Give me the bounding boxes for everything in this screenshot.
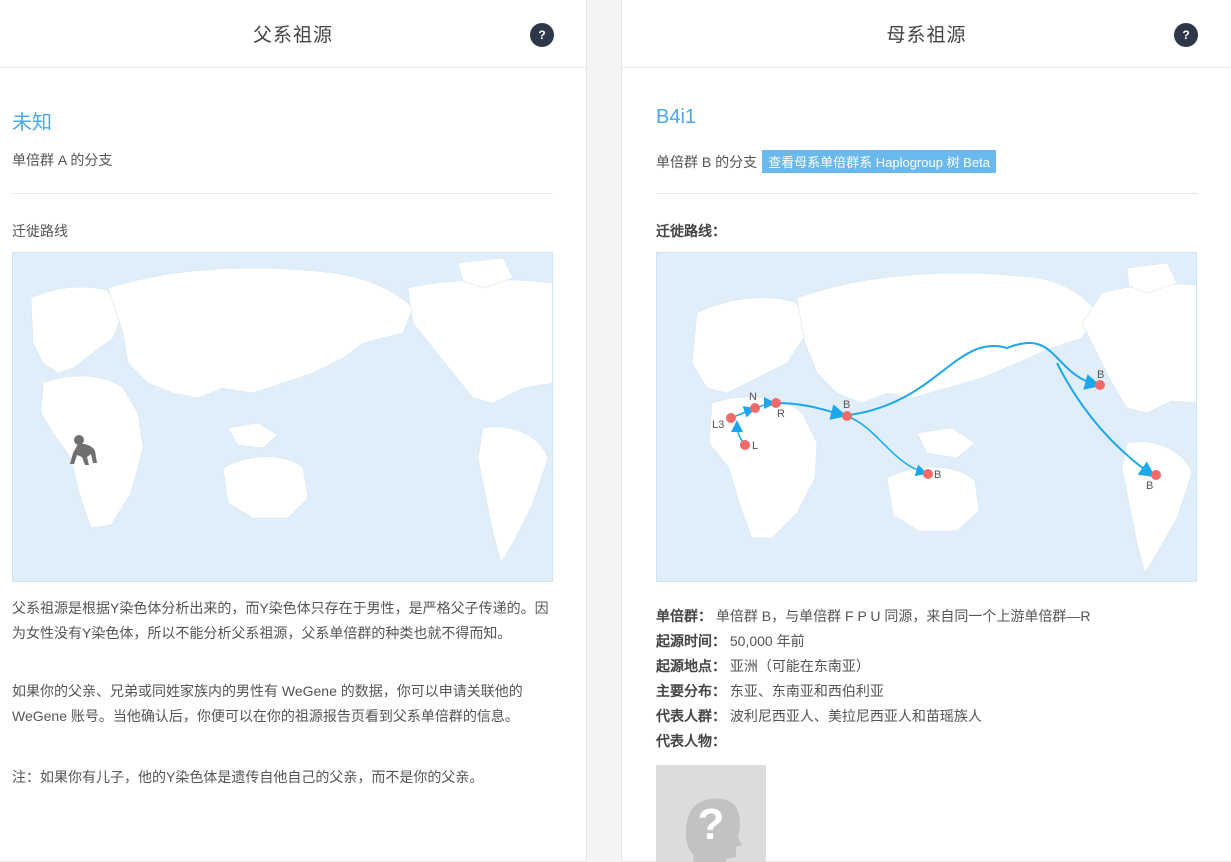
info-value: 亚洲（可能在东南亚） [729,658,870,674]
paternal-paragraph-1: 父系祖源是根据Y染色体分析出来的，而Y染色体只存在于男性，是严格父子传递的。因为… [12,600,549,641]
paternal-note: 注：如果你有儿子，他的Y染色体是遗传自他自己的父亲，而不是你的父亲。 [12,769,484,785]
map-label-b-north-america: B [1097,369,1104,381]
info-row-figures: 代表人物： [656,729,1091,754]
info-key: 起源地点： [656,658,726,674]
info-key: 主要分布： [656,683,726,699]
paternal-branch: 单倍群 A 的分支 [12,150,112,170]
map-label-n: N [749,391,757,403]
unknown-person-icon: ? [685,798,742,862]
maternal-ancestry-card: 母系祖源 ? B4i1 单倍群 B 的分支 查看母系单倍群系 Haplogrou… [621,0,1231,862]
paternal-help-icon[interactable]: ? [530,23,554,47]
maternal-card-title: 母系祖源 [886,25,967,46]
maternal-divider [656,193,1198,194]
map-label-b-south-america: B [1146,480,1153,492]
info-key: 代表人群： [656,708,726,724]
ape-icon [70,435,97,465]
maternal-route-label: 迁徙路线： [656,223,726,239]
world-landmass [691,262,1196,574]
maternal-help-icon[interactable]: ? [1174,23,1198,47]
info-row-populations: 代表人群： 波利尼西亚人、美拉尼西亚人和苗瑶族人 [656,704,1091,729]
info-row-haplogroup: 单倍群： 单倍群 B，与单倍群 F P U 同源，来自同一个上游单倍群—R [656,604,1091,629]
paternal-branch-text: 单倍群 A 的分支 [12,152,113,168]
info-row-origin-place: 起源地点： 亚洲（可能在东南亚） [656,654,1091,679]
info-key: 起源时间： [656,633,726,649]
info-value: 单倍群 B，与单倍群 F P U 同源，来自同一个上游单倍群—R [715,608,1091,624]
paternal-migration-map [12,252,553,582]
map-label-b-asia: B [843,399,850,411]
haplogroup-tree-link[interactable]: 查看母系单倍群系 Haplogroup 树 Beta [762,150,996,173]
info-row-distribution: 主要分布： 东亚、东南亚和西伯利亚 [656,679,1091,704]
maternal-card-header: 母系祖源 ? [622,0,1231,68]
info-key: 单倍群： [656,608,712,624]
paternal-haplogroup: 未知 [12,112,52,134]
world-landmass [30,257,552,564]
paternal-ancestry-card: 父系祖源 ? 未知 单倍群 A 的分支 迁徙路线 父系祖源是根据Y染色体分析出来… [0,0,587,862]
representative-figure-avatar: ? [656,765,766,862]
map-label-r: R [777,408,785,420]
paternal-card-header: 父系祖源 ? [0,0,586,68]
maternal-branch: 单倍群 B 的分支 查看母系单倍群系 Haplogroup 树 Beta [656,150,996,173]
haplogroup-info: 单倍群： 单倍群 B，与单倍群 F P U 同源，来自同一个上游单倍群—R 起源… [656,604,1091,754]
map-label-l: L [752,440,758,452]
svg-text:?: ? [698,800,725,849]
info-value: 波利尼西亚人、美拉尼西亚人和苗瑶族人 [729,708,982,724]
paternal-divider [12,193,553,194]
info-key: 代表人物： [656,733,726,749]
paternal-card-title: 父系祖源 [252,25,333,46]
info-row-origin-time: 起源时间： 50,000 年前 [656,629,1091,654]
info-value: 东亚、东南亚和西伯利亚 [729,683,884,699]
maternal-migration-map: L L3 N R B B B B [656,252,1197,582]
paternal-route-label: 迁徙路线 [12,223,68,239]
info-value: 50,000 年前 [729,633,805,649]
paternal-paragraph-2: 如果你的父亲、兄弟或同姓家族内的男性有 WeGene 的数据，你可以申请关联他的… [12,683,523,724]
maternal-branch-text: 单倍群 B 的分支 [656,153,758,170]
map-label-b-oceania: B [934,469,941,481]
map-label-l3: L3 [712,419,724,431]
maternal-haplogroup: B4i1 [656,106,697,128]
